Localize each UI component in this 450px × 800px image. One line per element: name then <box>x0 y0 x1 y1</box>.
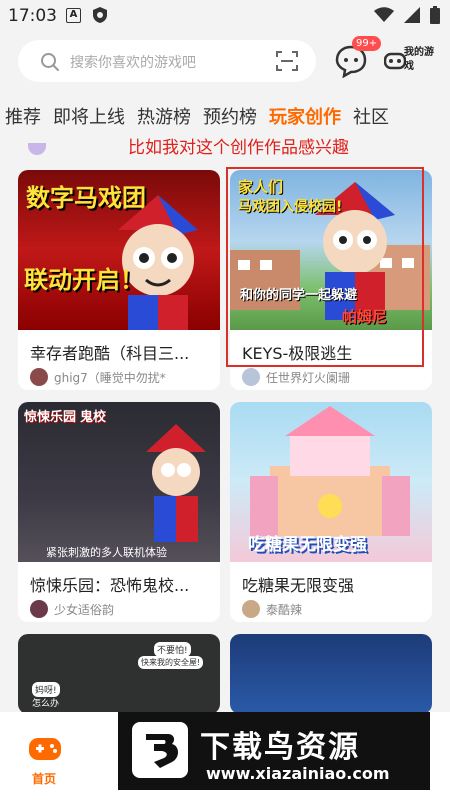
shield-icon <box>93 7 107 23</box>
thumb-caption: 马戏团入侵校园! <box>238 199 343 215</box>
battery-icon <box>430 6 440 24</box>
thumb-caption: 不要怕! <box>154 642 191 657</box>
game-title: KEYS-极限逃生 <box>242 344 353 363</box>
nav-home-label: 首页 <box>32 772 57 786</box>
tab-hot-games[interactable]: 热游榜 <box>131 104 197 134</box>
tab-player-creations[interactable]: 玩家创作 <box>263 104 347 134</box>
notification-a-icon: A <box>66 8 81 23</box>
wifi-icon <box>374 7 394 22</box>
author-name: 任世界灯火阑珊 <box>266 370 351 385</box>
game-thumbnail: 惊悚乐园 鬼校 紧张刺激的多人联机体验 <box>18 402 220 562</box>
avatar <box>242 368 260 386</box>
avatar <box>30 368 48 386</box>
my-games-label: 我的游戏 <box>404 47 434 72</box>
author-row: ghig7（睡觉中勿扰* <box>30 368 166 386</box>
character-art <box>146 424 206 542</box>
thumb-caption: 紧张刺激的多人联机体验 <box>46 546 167 559</box>
search-row: 搜索你喜欢的游戏吧 99+ 我的游戏 <box>0 36 450 86</box>
game-card[interactable]: 吃糖果无限变强 吃糖果无限变强 泰酷辣 <box>230 402 432 622</box>
watermark-url: www.xiazainiao.com <box>206 764 390 783</box>
watermark-title: 下载鸟资源 <box>200 730 360 765</box>
category-tabs: 推荐 即将上线 热游榜 预约榜 玩家创作 社区 <box>0 104 450 134</box>
watermark-banner: 下载鸟资源 www.xiazainiao.com <box>118 712 430 790</box>
game-title: 吃糖果无限变强 <box>242 576 355 595</box>
thumb-caption: 鬼校 <box>80 410 107 425</box>
avatar <box>28 143 46 155</box>
avatar <box>242 600 260 618</box>
game-card[interactable] <box>230 634 432 714</box>
game-card[interactable]: 惊悚乐园 鬼校 紧张刺激的多人联机体验 惊悚乐园：恐怖鬼校... 少女适俗韵 <box>18 402 220 622</box>
scan-icon[interactable] <box>276 50 298 72</box>
author-name: ghig7（睡觉中勿扰* <box>54 370 166 385</box>
author-row: 泰酷辣 <box>242 600 302 618</box>
game-card[interactable]: 家人们 马戏团入侵校园! 和你的同学一起躲避 帕姆尼 KEYS-极限逃生 任世界… <box>230 170 432 390</box>
tab-reservations[interactable]: 预约榜 <box>197 104 263 134</box>
thumb-caption: 和你的同学一起躲避 <box>240 288 358 303</box>
thumb-caption: 惊悚乐园 <box>24 410 77 425</box>
thumb-caption: 联动开启！ <box>24 266 144 294</box>
tab-upcoming[interactable]: 即将上线 <box>47 104 131 134</box>
game-card[interactable]: 数字马戏团 联动开启！ 幸存者跑酷（科目三... ghig7（睡觉中勿扰* <box>18 170 220 390</box>
game-thumbnail: 数字马戏团 联动开启！ <box>18 170 220 330</box>
thumb-caption: 吃糖果无限变强 <box>248 535 367 555</box>
thumb-caption: 家人们 <box>238 178 284 196</box>
game-title: 幸存者跑酷（科目三... <box>30 344 190 363</box>
search-placeholder: 搜索你喜欢的游戏吧 <box>70 55 196 71</box>
tab-community[interactable]: 社区 <box>347 104 395 134</box>
game-thumbnail <box>230 634 432 714</box>
author-row: 少女适俗韵 <box>30 600 114 618</box>
gamepad-icon <box>384 52 406 70</box>
thumb-caption: 快来我的安全屋! <box>138 656 204 669</box>
search-input[interactable]: 搜索你喜欢的游戏吧 <box>18 40 316 82</box>
message-badge: 99+ <box>352 36 382 51</box>
thumb-caption: 怎么办 <box>32 699 60 709</box>
game-card[interactable]: 不要怕! 快来我的安全屋! 妈呀! 怎么办 <box>18 634 220 714</box>
gamepad-icon <box>29 738 61 760</box>
author-name: 少女适俗韵 <box>54 602 115 617</box>
game-title: 惊悚乐园：恐怖鬼校... <box>30 576 190 595</box>
search-icon <box>41 53 59 71</box>
author-row: 任世界灯火阑珊 <box>242 368 350 386</box>
game-thumbnail: 吃糖果无限变强 <box>230 402 432 562</box>
signal-icon <box>404 7 420 23</box>
bird-logo-icon <box>132 722 188 778</box>
my-games-button[interactable]: 我的游戏 <box>384 44 440 80</box>
status-bar: 17:03 A <box>0 0 450 34</box>
annotation-text: 比如我对这个创作作品感兴趣 <box>128 138 349 158</box>
candy-castle-art <box>250 406 410 536</box>
avatar <box>30 600 48 618</box>
tab-recommended[interactable]: 推荐 <box>0 104 47 134</box>
thumb-caption: 妈呀! <box>32 682 60 697</box>
game-thumbnail: 家人们 马戏团入侵校园! 和你的同学一起躲避 帕姆尼 <box>230 170 432 330</box>
author-name: 泰酷辣 <box>266 602 303 617</box>
game-thumbnail: 不要怕! 快来我的安全屋! 妈呀! 怎么办 <box>18 634 220 714</box>
status-time: 17:03 <box>8 6 57 26</box>
thumb-caption: 帕姆尼 <box>342 308 388 326</box>
